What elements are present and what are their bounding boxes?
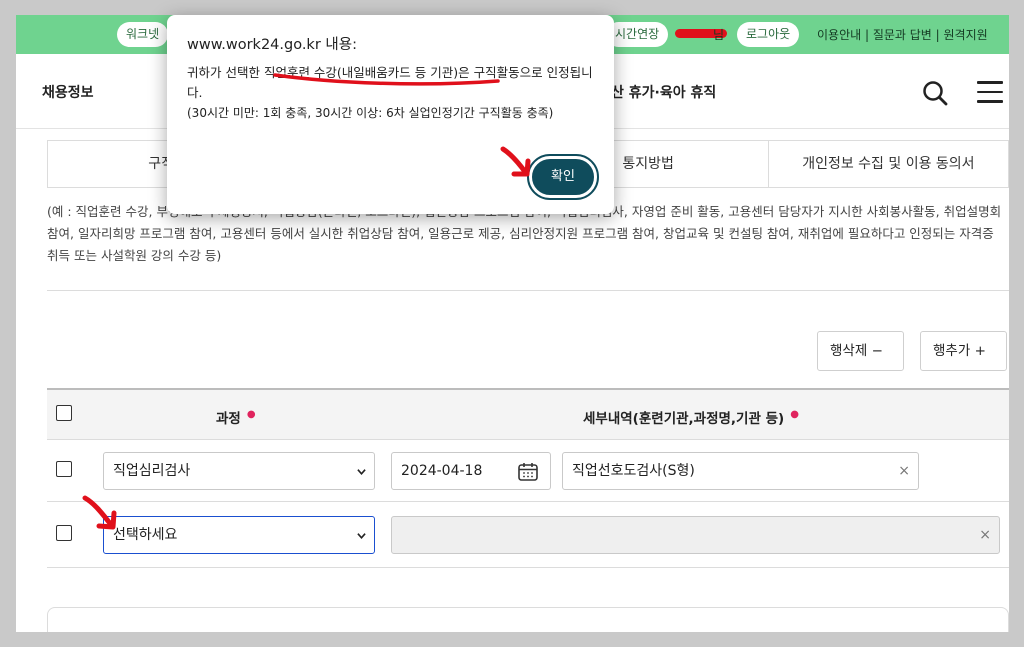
next-section-box: [47, 607, 1009, 632]
top-links[interactable]: 이용안내 | 질문과 답변 | 원격지원: [817, 26, 988, 43]
dialog-title: www.work24.go.kr 내용:: [187, 37, 357, 53]
delete-row-text: 행삭제: [830, 343, 868, 359]
minus-icon: −: [871, 343, 883, 359]
row-checkbox[interactable]: [56, 461, 72, 477]
required-icon: ●: [246, 409, 256, 420]
date-input[interactable]: 2024-04-18: [391, 452, 551, 490]
delete-row-button[interactable]: 행삭제 −: [817, 331, 904, 371]
clear-icon[interactable]: ×: [898, 453, 910, 489]
confirm-button[interactable]: 확인: [527, 154, 599, 200]
required-icon: ●: [790, 409, 799, 420]
logout-button[interactable]: 로그아웃: [737, 22, 800, 47]
chevron-down-icon: [357, 469, 366, 475]
course-header-label: 과정: [216, 411, 241, 427]
divider: [47, 290, 1009, 291]
alert-dialog: www.work24.go.kr 내용: 귀하가 선택한 직업훈련 수강(내일배…: [167, 15, 614, 214]
column-course: 과정 ●: [216, 407, 256, 427]
tab-privacy-consent[interactable]: 개인정보 수집 및 이용 동의서: [769, 141, 1008, 187]
add-row-text: 행추가: [933, 343, 971, 359]
nav-job-info[interactable]: 채용정보: [42, 82, 94, 102]
table-row: 직업심리검사 2024-04-18 직업선호도검사(S형) ×: [47, 440, 1009, 502]
row-checkbox[interactable]: [56, 525, 72, 541]
search-icon[interactable]: [922, 80, 948, 106]
plus-icon: +: [974, 343, 986, 359]
select-all-checkbox[interactable]: [56, 405, 72, 421]
date-value: 2024-04-18: [401, 463, 483, 479]
nav-leave[interactable]: 산 휴가·육아 휴직: [611, 82, 716, 102]
course-select-active[interactable]: 선택하세요: [103, 516, 375, 554]
user-suffix: 님: [713, 28, 725, 42]
detail-input[interactable]: 직업선호도검사(S형) ×: [562, 452, 919, 490]
column-detail: 세부내역(훈련기관,과정명,기관 등) ●: [583, 407, 799, 427]
course-select[interactable]: 직업심리검사: [103, 452, 375, 490]
table-row: 선택하세요 ×: [47, 502, 1009, 568]
course-select-value: 직업심리검사: [113, 463, 191, 479]
detail-value: 직업선호도검사(S형): [572, 463, 695, 479]
table-header: 과정 ● 세부내역(훈련기관,과정명,기관 등) ●: [47, 388, 1009, 440]
detail-header-label: 세부내역(훈련기관,과정명,기관 등): [583, 411, 785, 427]
add-row-button[interactable]: 행추가 +: [920, 331, 1007, 371]
course-select-value: 선택하세요: [113, 527, 178, 543]
worknet-link[interactable]: 워크넷: [117, 22, 169, 47]
dialog-note: (30시간 미만: 1회 충족, 30시간 이상: 6차 실업인정기간 구직활동…: [187, 106, 554, 120]
hamburger-menu-icon[interactable]: [977, 81, 1003, 105]
detail-input-disabled[interactable]: ×: [391, 516, 1000, 554]
chevron-down-icon: [357, 533, 366, 539]
dialog-message: 귀하가 선택한 직업훈련 수강(내일배움카드 등 기관)은 구직활동으로 인정됩…: [187, 65, 593, 100]
clear-icon[interactable]: ×: [979, 517, 991, 553]
calendar-icon[interactable]: [518, 462, 538, 481]
time-extend-button[interactable]: 시간연장: [606, 22, 669, 47]
